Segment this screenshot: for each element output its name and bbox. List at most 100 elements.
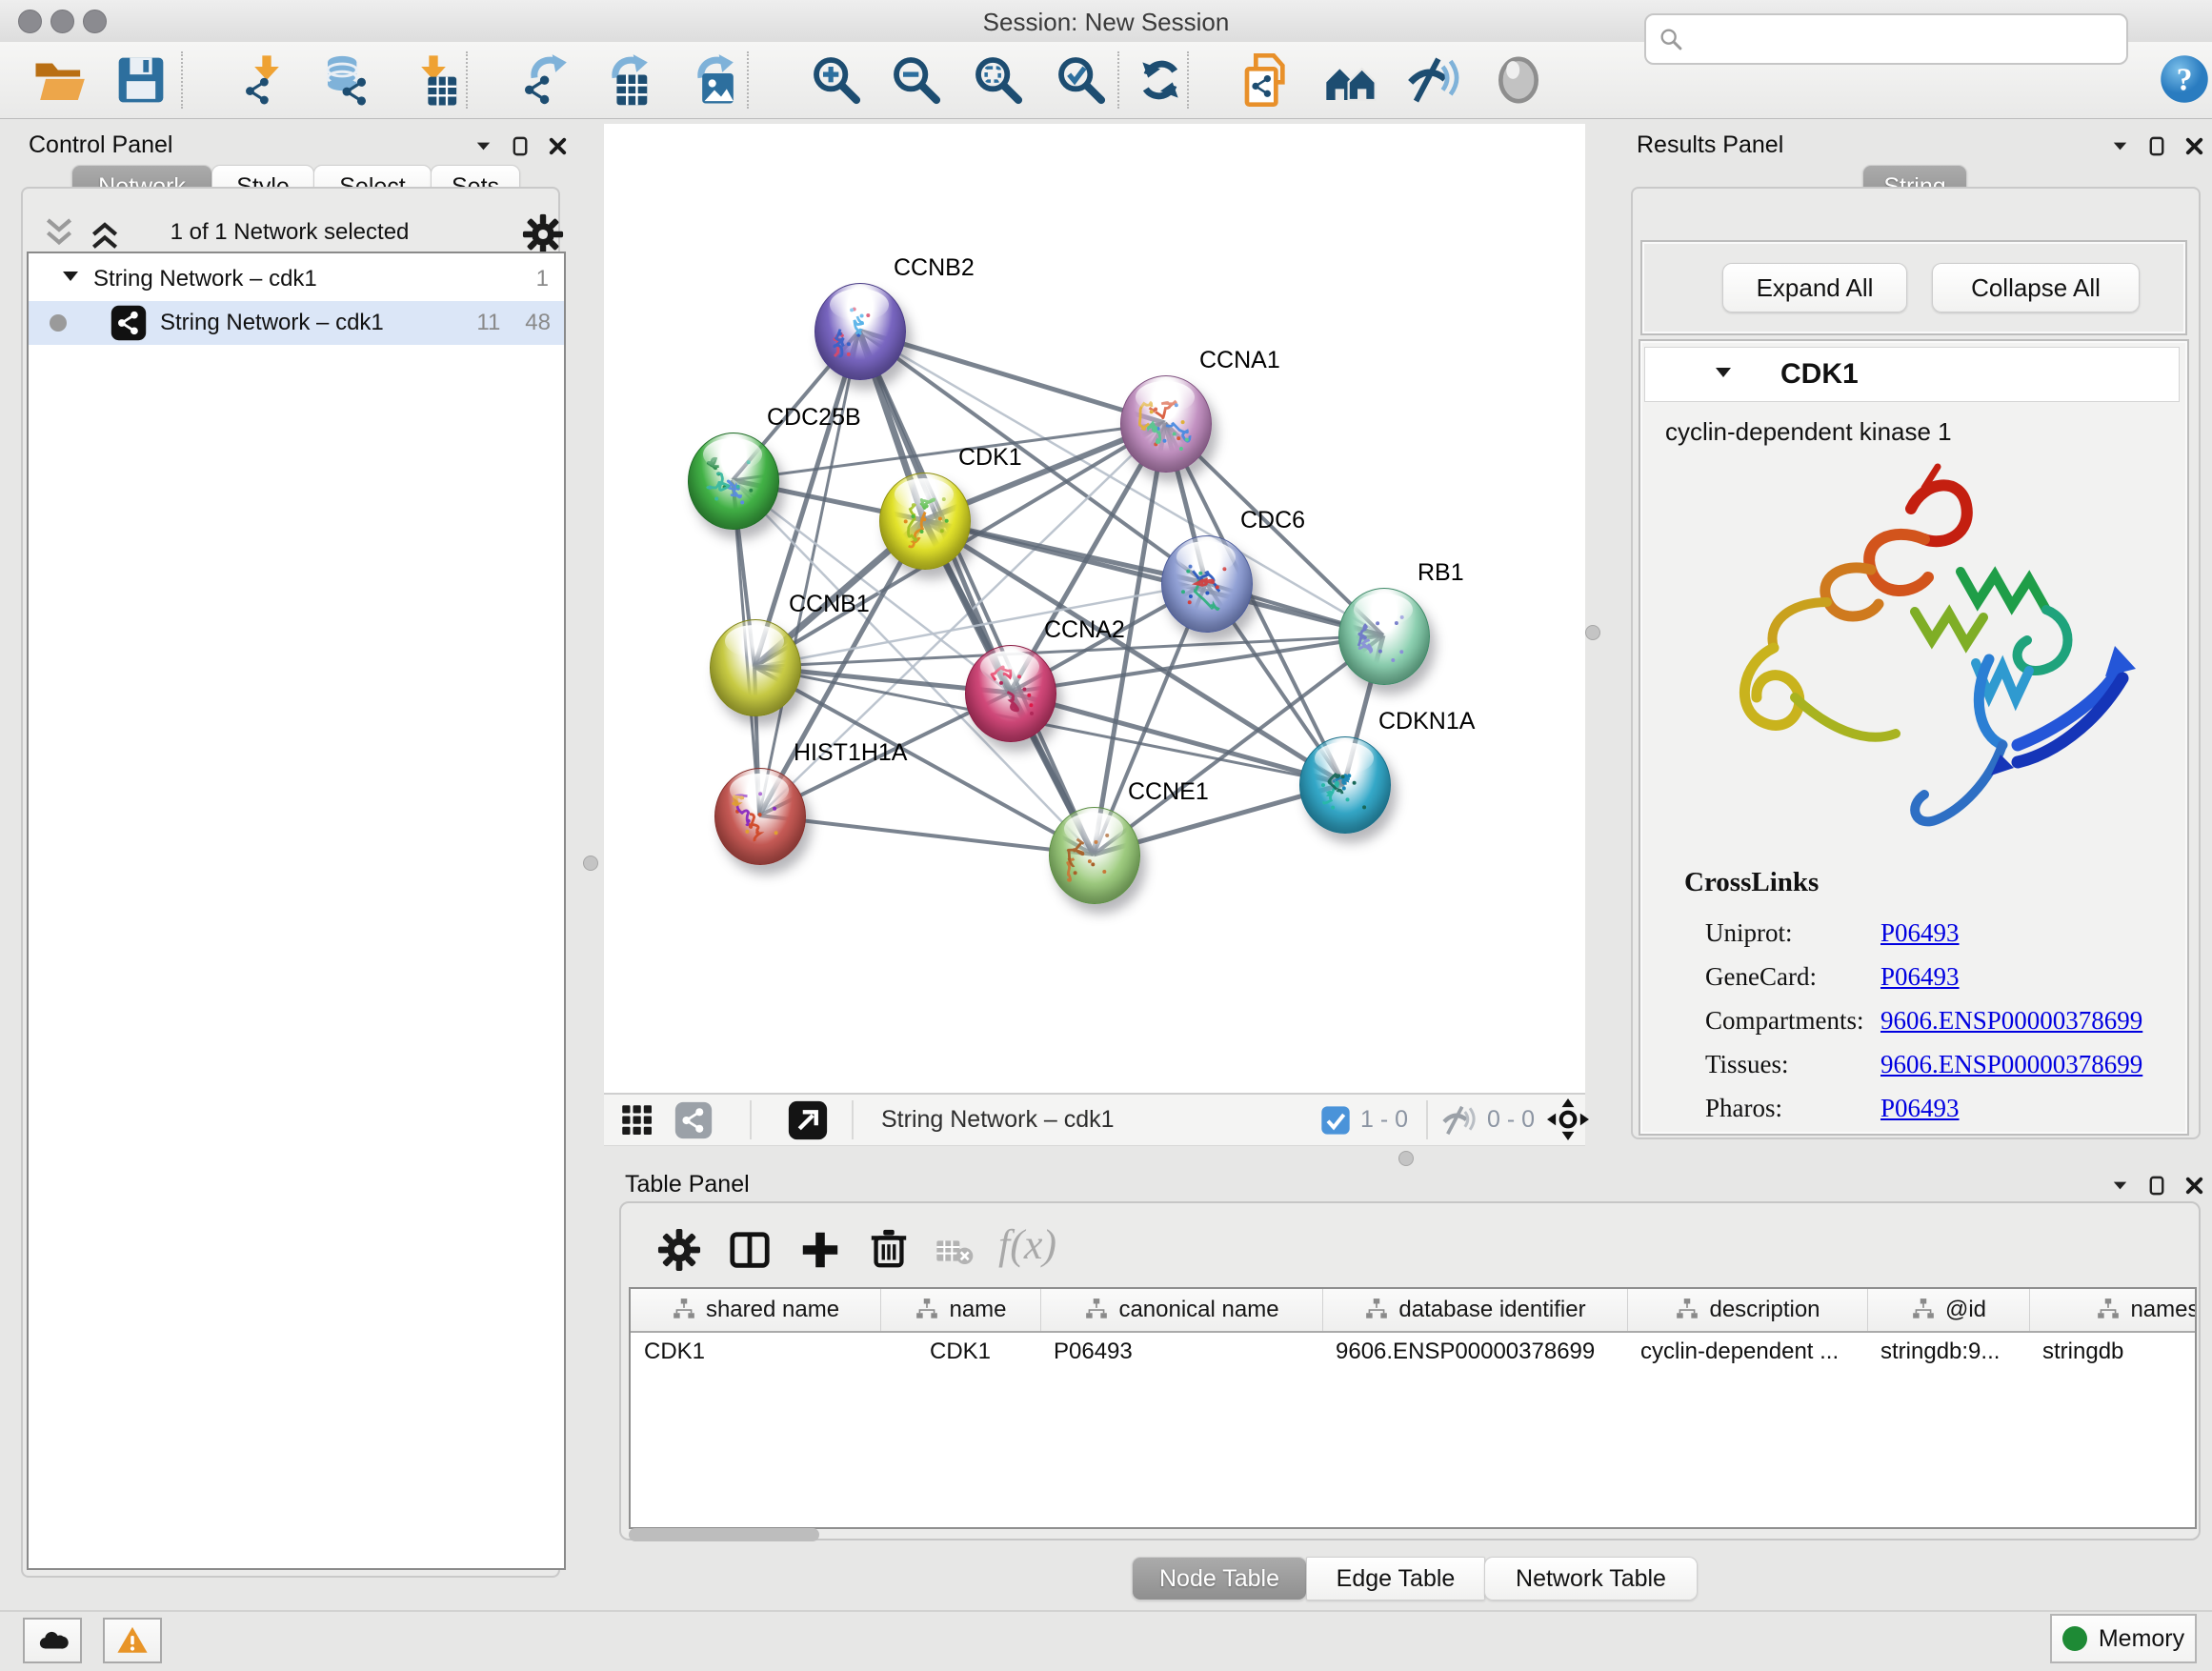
help-button[interactable]: ? (2159, 53, 2210, 110)
import-network-icon[interactable] (240, 53, 293, 107)
node-CCNB1[interactable] (710, 619, 801, 716)
crosslink-row: Compartments:9606.ENSP00000378699 (1705, 1006, 2162, 1036)
delete-column-trash-icon[interactable] (867, 1226, 911, 1270)
column-header-shared-name[interactable]: shared name (631, 1289, 880, 1331)
node-CDC6[interactable] (1161, 535, 1253, 633)
node-label-CCNE1: CCNE1 (1128, 778, 1209, 806)
results-panel-menu-icon[interactable] (2109, 135, 2131, 157)
network-canvas[interactable]: CCNB2CCNA1CDC25BCDK1CDC6RB1CCNB1CCNA2CDK… (604, 124, 1585, 1093)
crosslink-value-link[interactable]: P06493 (1880, 918, 1960, 947)
expand-all-button[interactable]: Expand All (1722, 263, 1907, 312)
table-cell[interactable]: stringdb (2029, 1331, 2197, 1373)
table-cell[interactable]: CDK1 (631, 1331, 880, 1373)
gene-collapse-icon[interactable] (1712, 361, 1735, 389)
table-hscrollbar[interactable] (629, 1528, 819, 1541)
import-network-database-icon[interactable] (321, 53, 374, 107)
node-table[interactable]: shared namenamecanonical namedatabase id… (629, 1287, 2197, 1529)
split-view-icon[interactable] (728, 1228, 772, 1272)
export-image-icon[interactable] (688, 53, 741, 107)
column-header-database-identifier[interactable]: database identifier (1322, 1289, 1627, 1331)
node-CCNA2[interactable] (965, 645, 1056, 742)
memory-button[interactable]: Memory (2050, 1614, 2197, 1663)
crosslink-value-link[interactable]: 9606.ENSP00000378699 (1880, 1050, 2142, 1078)
right-splitter-handle[interactable] (1585, 625, 1600, 640)
warnings-button[interactable] (103, 1618, 162, 1663)
node-CCNA1[interactable] (1120, 375, 1212, 473)
edge-CCNA2-CDKN1A[interactable] (1010, 693, 1344, 784)
crosslink-value-link[interactable]: 9606.ENSP00000378699 (1880, 1006, 2142, 1035)
gene-header-row[interactable]: CDK1 (1644, 347, 2180, 402)
graphics-details-icon[interactable] (1406, 53, 1459, 107)
open-session-icon[interactable] (32, 53, 86, 107)
node-table-header[interactable]: shared namenamecanonical namedatabase id… (631, 1289, 2197, 1333)
hidden-eye-icon[interactable] (1439, 1103, 1478, 1137)
results-panel-float-icon[interactable] (2146, 135, 2168, 157)
import-table-icon[interactable] (407, 53, 460, 107)
detach-view-icon[interactable] (788, 1100, 828, 1140)
bottom-splitter-handle[interactable] (1398, 1151, 1414, 1166)
refresh-icon[interactable] (1134, 53, 1187, 107)
table-gear-icon[interactable] (657, 1228, 701, 1272)
results-panel-close-icon[interactable] (2183, 135, 2205, 157)
network-collection-row[interactable]: String Network – cdk1 1 (29, 257, 564, 301)
table-panel-close-icon[interactable] (2183, 1175, 2205, 1197)
grid-view-icon[interactable] (620, 1103, 654, 1137)
table-panel-float-icon[interactable] (2146, 1175, 2168, 1197)
zoom-selected-icon[interactable] (1055, 53, 1108, 107)
column-header--id[interactable]: @id (1867, 1289, 2029, 1331)
gene-detail-scroll-area[interactable]: CDK1 cyclin-dependent kinase 1 (1639, 339, 2189, 1136)
node-CCNB2[interactable] (814, 283, 906, 380)
collection-expander-icon[interactable] (59, 265, 86, 294)
column-header-description[interactable]: description (1627, 1289, 1867, 1331)
control-panel-menu-icon[interactable] (473, 135, 494, 157)
birds-eye-view-icon[interactable] (1492, 53, 1545, 107)
tab-node-table[interactable]: Node Table (1132, 1557, 1307, 1601)
table-panel-menu-icon[interactable] (2109, 1175, 2131, 1197)
search-field[interactable] (1644, 13, 2128, 65)
edge-CCNB2-CCNA1[interactable] (859, 331, 1165, 423)
network-share-icon[interactable] (674, 1101, 713, 1139)
node-CDK1[interactable] (879, 473, 971, 570)
edge-HIST1H1A-CCNE1[interactable] (759, 815, 1094, 855)
column-header-namespace[interactable]: namespace (2029, 1289, 2197, 1331)
save-session-icon[interactable] (114, 53, 168, 107)
collapse-all-button[interactable]: Collapse All (1932, 263, 2140, 312)
add-column-icon[interactable] (798, 1228, 842, 1272)
crosslink-value-link[interactable]: P06493 (1880, 962, 1960, 991)
export-network-icon[interactable] (521, 53, 574, 107)
selected-checkbox-icon[interactable] (1320, 1105, 1351, 1136)
search-input[interactable] (1692, 19, 2126, 59)
zoom-out-icon[interactable] (890, 53, 943, 107)
node-HIST1H1A[interactable] (714, 768, 806, 865)
fit-content-crosshair-icon[interactable] (1547, 1098, 1589, 1140)
crosslink-value-link[interactable]: P06493 (1880, 1094, 1960, 1122)
node-CDKN1A[interactable] (1299, 736, 1391, 834)
table-cell[interactable]: cyclin-dependent ... (1627, 1331, 1867, 1373)
network-options-gear-icon[interactable] (522, 213, 564, 255)
control-panel-close-icon[interactable] (547, 135, 569, 157)
home-pages-icon[interactable] (1324, 53, 1377, 107)
edge-CCNB2-CCNE1[interactable] (859, 331, 1094, 855)
tab-edge-table[interactable]: Edge Table (1306, 1557, 1485, 1601)
zoom-in-icon[interactable] (810, 53, 863, 107)
table-cell[interactable]: stringdb:9... (1867, 1331, 2029, 1373)
node-RB1[interactable] (1338, 588, 1430, 685)
table-cell[interactable]: CDK1 (880, 1331, 1040, 1373)
table-cell[interactable]: 9606.ENSP00000378699 (1322, 1331, 1627, 1373)
edge-CDK1-RB1[interactable] (924, 520, 1383, 635)
zoom-fit-icon[interactable] (972, 53, 1025, 107)
app-store-icon[interactable] (1240, 53, 1294, 107)
table-cell[interactable]: P06493 (1040, 1331, 1322, 1373)
left-splitter-handle[interactable] (583, 856, 598, 871)
node-CDC25B[interactable] (688, 433, 779, 530)
column-header-label: description (1709, 1297, 1820, 1323)
control-panel-float-icon[interactable] (510, 135, 532, 157)
column-header-canonical-name[interactable]: canonical name (1040, 1289, 1322, 1331)
node-CCNE1[interactable] (1049, 807, 1140, 904)
network-row-selected[interactable]: String Network – cdk1 11 48 (29, 301, 564, 345)
column-header-name[interactable]: name (880, 1289, 1040, 1331)
export-table-icon[interactable] (602, 53, 655, 107)
table-row[interactable]: CDK1CDK1P064939606.ENSP00000378699cyclin… (631, 1331, 2197, 1373)
cloud-status-button[interactable] (23, 1618, 82, 1663)
tab-network-table[interactable]: Network Table (1484, 1557, 1698, 1601)
